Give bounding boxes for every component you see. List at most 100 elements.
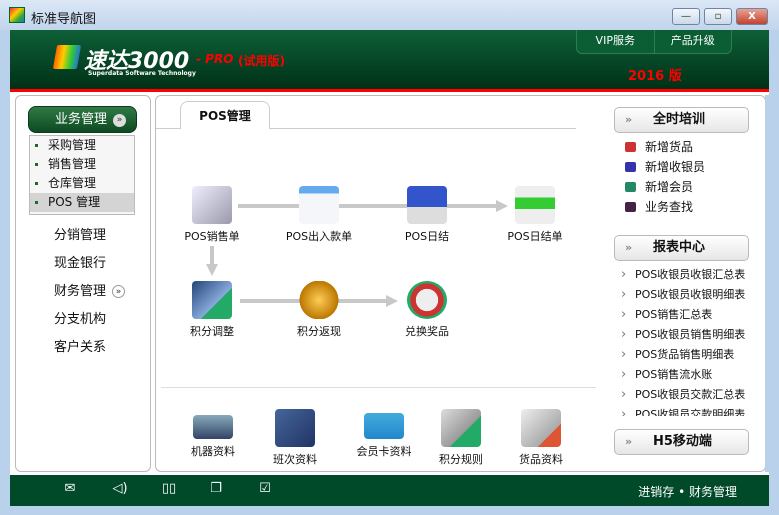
report-link[interactable]: POS收银员销售明细表 bbox=[613, 325, 765, 345]
printer-icon bbox=[515, 186, 555, 224]
report-list: POS收银员收银汇总表 POS收银员收银明细表 POS销售汇总表 POS收银员销… bbox=[613, 265, 765, 416]
double-chevron-icon: » bbox=[625, 241, 633, 254]
title-bar: 标准导航图 — ▫ X bbox=[0, 0, 779, 30]
double-chevron-icon: » bbox=[625, 113, 633, 126]
node-label: POS日结 bbox=[404, 230, 450, 243]
logo-icon bbox=[52, 45, 82, 69]
node-label: POS出入款单 bbox=[285, 230, 353, 243]
submenu-item-purchase[interactable]: 采购管理 bbox=[30, 136, 134, 155]
redeem-prize-node[interactable]: 兑换奖品 bbox=[382, 281, 472, 339]
points-adjust-node[interactable]: 积分调整 bbox=[167, 281, 257, 339]
tab-pos-management[interactable]: POS管理 bbox=[180, 101, 270, 129]
close-button[interactable]: X bbox=[736, 8, 768, 25]
app-icon bbox=[9, 7, 25, 23]
node-label: 货品资料 bbox=[519, 453, 563, 466]
node-label: 班次资料 bbox=[273, 453, 317, 466]
logo-subtitle: Superdata Software Technology bbox=[88, 70, 196, 77]
right-column: » 全时培训 新增货品 新增收银员 新增会员 业务查找 » 报表中心 POS收银员收… bbox=[613, 96, 768, 471]
points-cashback-node[interactable]: 积分返现 bbox=[274, 281, 364, 339]
check-icon[interactable]: ☑ bbox=[255, 481, 275, 496]
submenu-item-sales[interactable]: 销售管理 bbox=[30, 155, 134, 174]
points-rule-node[interactable]: 积分规则 bbox=[416, 409, 506, 467]
nav-label: 业务管理 bbox=[55, 112, 108, 127]
goods-icon bbox=[625, 142, 636, 152]
report-center-button[interactable]: » 报表中心 bbox=[614, 235, 749, 261]
computer-icon bbox=[407, 186, 447, 224]
quick-add-cashier[interactable]: 新增收银员 bbox=[613, 157, 763, 177]
item-label: 新增收银员 bbox=[645, 160, 706, 174]
report-link[interactable]: POS收银员收银汇总表 bbox=[613, 265, 765, 285]
nav-finance[interactable]: 财务管理 » bbox=[16, 281, 150, 303]
machine-data-node[interactable]: 机器资料 bbox=[168, 409, 258, 459]
shift-data-node[interactable]: 班次资料 bbox=[250, 409, 340, 467]
pos-sales-order-node[interactable]: POS销售单 bbox=[167, 186, 257, 244]
folder-icon bbox=[275, 409, 315, 447]
pos-daily-report-node[interactable]: POS日结单 bbox=[490, 186, 580, 244]
footer-bar: ✉ ◁) ▯▯ ❐ ☑ 进销存 • 财务管理 bbox=[10, 475, 769, 506]
header-banner: 速达3000 Superdata Software Technology - P… bbox=[10, 30, 769, 90]
chevron-down-icon[interactable]: » bbox=[112, 285, 126, 298]
button-label: 报表中心 bbox=[653, 240, 706, 255]
left-nav: 业务管理 » 采购管理 销售管理 仓库管理 POS 管理 分销管理 现金银行 财务… bbox=[15, 95, 151, 472]
search-icon bbox=[625, 202, 636, 212]
node-label: POS日结单 bbox=[507, 230, 563, 243]
quick-search[interactable]: 业务查找 bbox=[613, 197, 763, 217]
scrollbar[interactable] bbox=[765, 95, 769, 472]
speaker-icon[interactable]: ◁) bbox=[110, 481, 130, 496]
book-icon[interactable]: ▯▯ bbox=[159, 481, 179, 496]
maximize-button[interactable]: ▫ bbox=[704, 8, 732, 25]
trial-label: (试用版) bbox=[238, 54, 285, 68]
clipboard-icon bbox=[192, 186, 232, 224]
quick-list: 新增货品 新增收银员 新增会员 业务查找 bbox=[613, 137, 763, 217]
node-label: POS销售单 bbox=[184, 230, 240, 243]
top-links: VIP服务 产品升级 bbox=[576, 30, 732, 54]
node-label: 积分规则 bbox=[439, 453, 483, 466]
report-link[interactable]: POS货品销售明细表 bbox=[613, 345, 765, 365]
report-link[interactable]: POS收银员收银明细表 bbox=[613, 285, 765, 305]
coins-icon bbox=[299, 281, 339, 319]
h5-mobile-button[interactable]: » H5移动端 bbox=[614, 429, 749, 455]
goods-data-node[interactable]: 货品资料 bbox=[496, 409, 586, 467]
section-divider bbox=[161, 387, 596, 388]
quick-add-goods[interactable]: 新增货品 bbox=[613, 137, 763, 157]
nav-crm[interactable]: 客户关系 bbox=[16, 337, 150, 359]
nav-branches[interactable]: 分支机构 bbox=[16, 309, 150, 331]
arrow-down-icon bbox=[206, 264, 218, 276]
submenu-item-pos[interactable]: POS 管理 bbox=[30, 193, 134, 212]
minimize-button[interactable]: — bbox=[672, 8, 700, 25]
edition-label: - PRO bbox=[196, 52, 234, 66]
double-chevron-icon: » bbox=[625, 435, 633, 448]
submenu-item-warehouse[interactable]: 仓库管理 bbox=[30, 174, 134, 193]
document-icon bbox=[299, 186, 339, 224]
pos-cash-inout-node[interactable]: POS出入款单 bbox=[274, 186, 364, 244]
main-panel: POS管理 POS销售单 POS出入款单 POS日结 POS日结单 积分调整 积… bbox=[155, 95, 766, 472]
nav-distribution[interactable]: 分销管理 bbox=[16, 225, 150, 247]
node-label: 会员卡资料 bbox=[356, 445, 412, 458]
exchange-icon bbox=[407, 281, 447, 319]
nav-cash-bank[interactable]: 现金银行 bbox=[16, 253, 150, 275]
training-button[interactable]: » 全时培训 bbox=[614, 107, 749, 133]
flow-line bbox=[210, 246, 214, 266]
goods-icon bbox=[521, 409, 561, 447]
pos-daily-close-node[interactable]: POS日结 bbox=[382, 186, 472, 244]
version-year: 2016 版 bbox=[628, 69, 682, 84]
button-label: H5移动端 bbox=[653, 434, 712, 449]
chart-icon bbox=[192, 281, 232, 319]
copy-icon[interactable]: ❐ bbox=[206, 481, 226, 496]
quick-add-member[interactable]: 新增会员 bbox=[613, 177, 763, 197]
mail-icon[interactable]: ✉ bbox=[60, 481, 80, 496]
report-link[interactable]: POS收银员交款汇总表 bbox=[613, 385, 765, 405]
window-title: 标准导航图 bbox=[31, 12, 97, 27]
nav-business-management[interactable]: 业务管理 » bbox=[28, 106, 137, 133]
report-link[interactable]: POS销售流水账 bbox=[613, 365, 765, 385]
node-label: 积分返现 bbox=[297, 325, 341, 338]
product-upgrade-link[interactable]: 产品升级 bbox=[655, 30, 732, 53]
chevron-down-icon[interactable]: » bbox=[113, 114, 127, 127]
report-link[interactable]: POS销售汇总表 bbox=[613, 305, 765, 325]
report-link[interactable]: POS收银员交款明细表 bbox=[613, 405, 765, 416]
rules-icon bbox=[441, 409, 481, 447]
node-label: 兑换奖品 bbox=[405, 325, 449, 338]
vip-service-link[interactable]: VIP服务 bbox=[577, 30, 655, 53]
node-label: 积分调整 bbox=[190, 325, 234, 338]
member-icon bbox=[625, 182, 636, 192]
